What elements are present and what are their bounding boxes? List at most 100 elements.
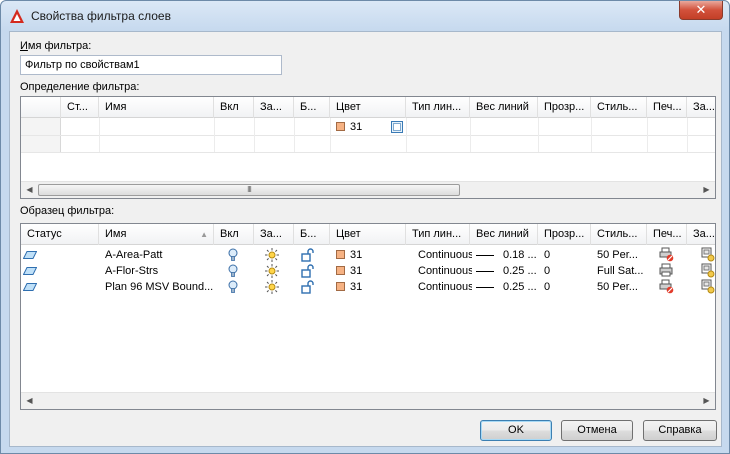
- layer-name: Plan 96 MSV Bound...: [105, 281, 214, 293]
- layer-name: A-Area-Patt: [105, 249, 163, 261]
- layer-status-icon: [23, 267, 37, 275]
- col-status[interactable]: Статус: [21, 224, 99, 245]
- col-status[interactable]: Ст...: [61, 97, 99, 118]
- col-name[interactable]: Имя: [99, 97, 214, 118]
- col-plot[interactable]: Печ...: [647, 224, 687, 245]
- preview-header: Статус Имя ▲ Вкл За... Б... Цвет Тип лин.…: [21, 224, 715, 245]
- printer-icon[interactable]: [659, 263, 674, 278]
- color-swatch: [336, 282, 345, 291]
- col-transparency[interactable]: Прозр...: [538, 97, 591, 118]
- col-color[interactable]: Цвет: [330, 97, 406, 118]
- layer-transparency[interactable]: 0: [538, 247, 578, 263]
- lineweight-sample: [476, 255, 494, 256]
- definition-header: Ст... Имя Вкл За... Б... Цвет Тип лин...…: [21, 97, 715, 118]
- col-freeze[interactable]: За...: [254, 224, 294, 245]
- lineweight-sample: [476, 271, 494, 272]
- layer-lineweight[interactable]: 0.25 ...: [497, 279, 541, 295]
- preview-row[interactable]: Plan 96 MSV Bound... 31 Continuous 0.25 …: [21, 279, 715, 295]
- col-freeze[interactable]: За...: [254, 97, 294, 118]
- layer-status-icon: [23, 251, 37, 259]
- preview-hscrollbar[interactable]: ◀ ▶: [21, 392, 715, 409]
- filter-definition-grid[interactable]: Ст... Имя Вкл За... Б... Цвет Тип лин...…: [20, 96, 716, 199]
- layer-filter-properties-dialog: Свойства фильтра слоев ✕ Имя фильтра: Фи…: [0, 0, 730, 454]
- title-bar[interactable]: Свойства фильтра слоев ✕: [1, 1, 729, 31]
- col-name[interactable]: Имя ▲: [99, 224, 214, 245]
- layer-linetype[interactable]: Continuous: [412, 247, 472, 263]
- layer-plot-style[interactable]: 50 Per...: [591, 279, 647, 295]
- scroll-left-icon[interactable]: ◀: [21, 182, 38, 198]
- filter-name-input[interactable]: Фильтр по свойствам1: [20, 55, 282, 75]
- layer-color[interactable]: 31: [330, 279, 390, 295]
- printer-noplot-icon[interactable]: [659, 279, 674, 294]
- help-button[interactable]: Справка: [643, 420, 717, 441]
- layer-name: A-Flor-Strs: [105, 265, 159, 277]
- col-on[interactable]: Вкл: [214, 224, 254, 245]
- window-title: Свойства фильтра слоев: [31, 9, 171, 23]
- definition-row[interactable]: 31: [21, 119, 715, 135]
- layer-linetype[interactable]: Continuous: [412, 279, 472, 295]
- color-value: 31: [350, 121, 363, 133]
- sun-thawed-icon[interactable]: [265, 264, 279, 278]
- layer-lineweight[interactable]: 0.18 ...: [497, 247, 541, 263]
- layer-status-icon: [23, 283, 37, 291]
- viewport-freeze-icon[interactable]: [701, 279, 715, 294]
- col-new-vp-freeze[interactable]: За...: [687, 224, 715, 245]
- col-lineweight[interactable]: Вес линий: [470, 224, 538, 245]
- layer-transparency[interactable]: 0: [538, 263, 578, 279]
- col-linetype[interactable]: Тип лин...: [406, 97, 470, 118]
- preview-row[interactable]: A-Area-Patt 31 Continuous 0.18 ... 0 50 …: [21, 247, 715, 263]
- color-swatch: [336, 122, 345, 131]
- col-lineweight[interactable]: Вес линий: [470, 97, 538, 118]
- scroll-right-icon[interactable]: ▶: [698, 393, 715, 409]
- definition-hscrollbar[interactable]: ◀ III ▶: [21, 181, 715, 198]
- lightbulb-on-icon[interactable]: [228, 280, 238, 294]
- filter-preview-grid[interactable]: Статус Имя ▲ Вкл За... Б... Цвет Тип лин.…: [20, 223, 716, 410]
- col-linetype[interactable]: Тип лин...: [406, 224, 470, 245]
- layer-transparency[interactable]: 0: [538, 279, 578, 295]
- ellipsis-picker-icon[interactable]: [391, 121, 403, 133]
- scroll-right-icon[interactable]: ▶: [698, 182, 715, 198]
- col-color[interactable]: Цвет: [330, 224, 406, 245]
- col-plot-style[interactable]: Стиль...: [591, 97, 647, 118]
- sun-thawed-icon[interactable]: [265, 248, 279, 262]
- layer-lineweight[interactable]: 0.25 ...: [497, 263, 541, 279]
- col-plot[interactable]: Печ...: [647, 97, 687, 118]
- layer-color[interactable]: 31: [330, 247, 390, 263]
- dialog-body: Имя фильтра: Фильтр по свойствам1 Опреде…: [9, 31, 722, 447]
- col-transparency[interactable]: Прозр...: [538, 224, 591, 245]
- unlock-icon[interactable]: [301, 280, 315, 294]
- layer-plot-style[interactable]: 50 Per...: [591, 247, 647, 263]
- layer-linetype[interactable]: Continuous: [412, 263, 472, 279]
- scroll-left-icon[interactable]: ◀: [21, 393, 38, 409]
- lightbulb-on-icon[interactable]: [228, 248, 238, 262]
- ok-button[interactable]: OK: [480, 420, 552, 441]
- row-selector-header: [21, 97, 61, 118]
- scroll-thumb[interactable]: III: [38, 184, 460, 196]
- col-plot-style[interactable]: Стиль...: [591, 224, 647, 245]
- definition-color-cell[interactable]: 31: [330, 119, 390, 135]
- col-lock[interactable]: Б...: [294, 97, 330, 118]
- color-swatch: [336, 250, 345, 259]
- cancel-button[interactable]: Отмена: [561, 420, 633, 441]
- lightbulb-on-icon[interactable]: [228, 264, 238, 278]
- sort-ascending-icon: ▲: [200, 230, 208, 239]
- viewport-freeze-icon[interactable]: [701, 263, 715, 278]
- unlock-icon[interactable]: [301, 264, 315, 278]
- lineweight-sample: [476, 287, 494, 288]
- preview-row[interactable]: A-Flor-Strs 31 Continuous 0.25 ... 0 Ful…: [21, 263, 715, 279]
- layer-color[interactable]: 31: [330, 263, 390, 279]
- filter-name-label: Имя фильтра:: [20, 40, 92, 52]
- col-new-vp-freeze[interactable]: За...: [687, 97, 715, 118]
- autocad-logo-icon: [10, 9, 24, 23]
- layer-plot-style[interactable]: Full Sat...: [591, 263, 647, 279]
- color-swatch: [336, 266, 345, 275]
- filter-preview-label: Образец фильтра:: [20, 205, 115, 217]
- col-lock[interactable]: Б...: [294, 224, 330, 245]
- col-on[interactable]: Вкл: [214, 97, 254, 118]
- close-button[interactable]: ✕: [679, 1, 723, 20]
- printer-noplot-icon[interactable]: [659, 247, 674, 262]
- viewport-freeze-icon[interactable]: [701, 247, 715, 262]
- sun-thawed-icon[interactable]: [265, 280, 279, 294]
- filter-definition-label: Определение фильтра:: [20, 81, 140, 93]
- unlock-icon[interactable]: [301, 248, 315, 262]
